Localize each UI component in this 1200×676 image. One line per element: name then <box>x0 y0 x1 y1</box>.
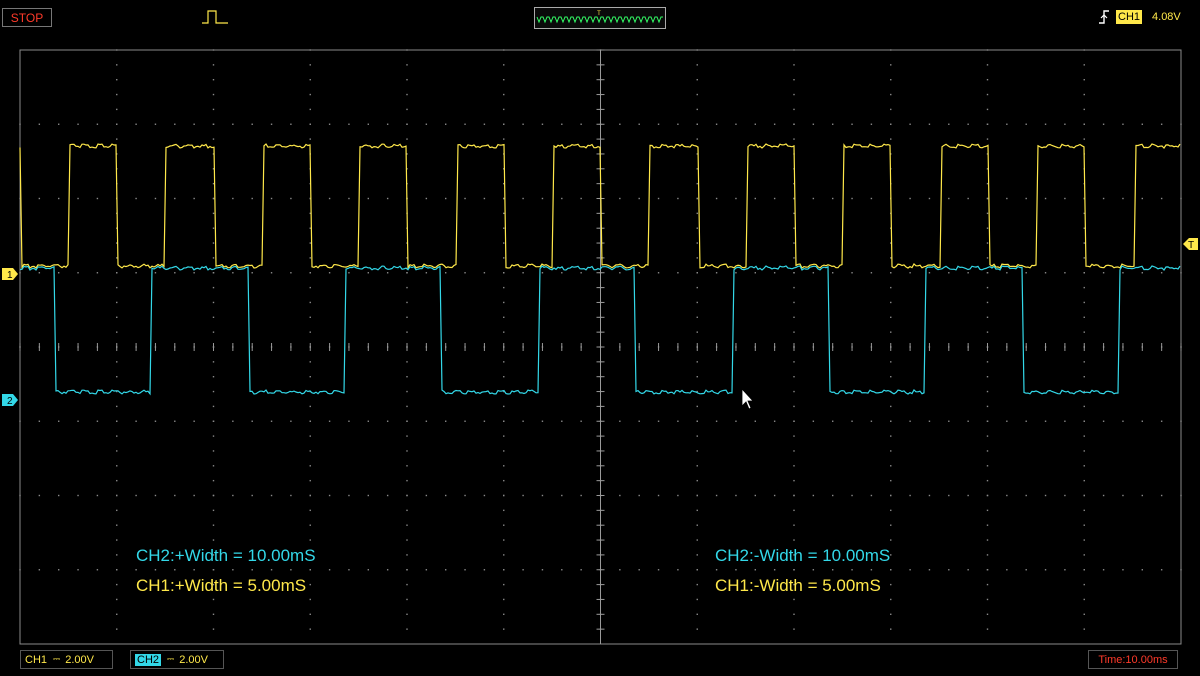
measurement-ch2-neg-width: CH2:-Width = 10.00mS <box>715 546 890 565</box>
ch2-volts-per-div: 2.00V <box>179 653 208 666</box>
ch1-ground-marker[interactable]: 1 <box>2 268 18 281</box>
waveform-overview-minimap[interactable]: T <box>534 7 666 29</box>
ch2-marker-label: 2 <box>7 396 13 407</box>
measurement-ch2-pos-width: CH2:+Width = 10.00mS <box>136 546 316 565</box>
ch2-label: CH2 <box>135 653 162 666</box>
trigger-channel-badge: CH1 <box>1116 10 1143 24</box>
measurement-ch1-pos-width: CH1:+Width = 5.00mS <box>136 576 306 595</box>
measurement-ch1-neg-width: CH1:-Width = 5.00mS <box>715 576 881 595</box>
ch1-volts-per-div: 2.00V <box>65 653 94 666</box>
ch1-marker-label: 1 <box>7 270 13 281</box>
trigger-level-value: 4.08V <box>1152 11 1181 23</box>
trigger-status[interactable]: CH1 4.08V <box>1098 7 1196 27</box>
trigger-level-marker[interactable]: T <box>1183 238 1198 251</box>
minimap-trigger-marker: T <box>597 11 601 17</box>
pulse-icon <box>202 10 228 24</box>
status-bar: CH1 ⎓ 2.00V CH2 ⎓ 2.00V Time:10.00ms <box>0 646 1200 676</box>
ch2-ground-marker[interactable]: 2 <box>2 394 18 407</box>
toolbar: STOP T CH1 4.08V <box>0 0 1200 34</box>
oscilloscope-display[interactable]: 1 2 T CH2:+Width = 10.00mS CH1:+Width = … <box>0 34 1200 646</box>
ch1-scale-box[interactable]: CH1 ⎓ 2.00V <box>20 650 113 669</box>
dc-coupling-icon: ⎓ <box>167 654 174 664</box>
ch1-label: CH1 <box>25 653 48 666</box>
ch2-scale-box[interactable]: CH2 ⎓ 2.00V <box>130 650 224 669</box>
trigger-marker-label: T <box>1188 240 1194 251</box>
rising-edge-icon <box>1099 10 1109 24</box>
run-stop-button[interactable]: STOP <box>2 8 52 27</box>
timebase-box[interactable]: Time:10.00ms <box>1088 650 1178 669</box>
dc-coupling-icon: ⎓ <box>53 654 60 664</box>
